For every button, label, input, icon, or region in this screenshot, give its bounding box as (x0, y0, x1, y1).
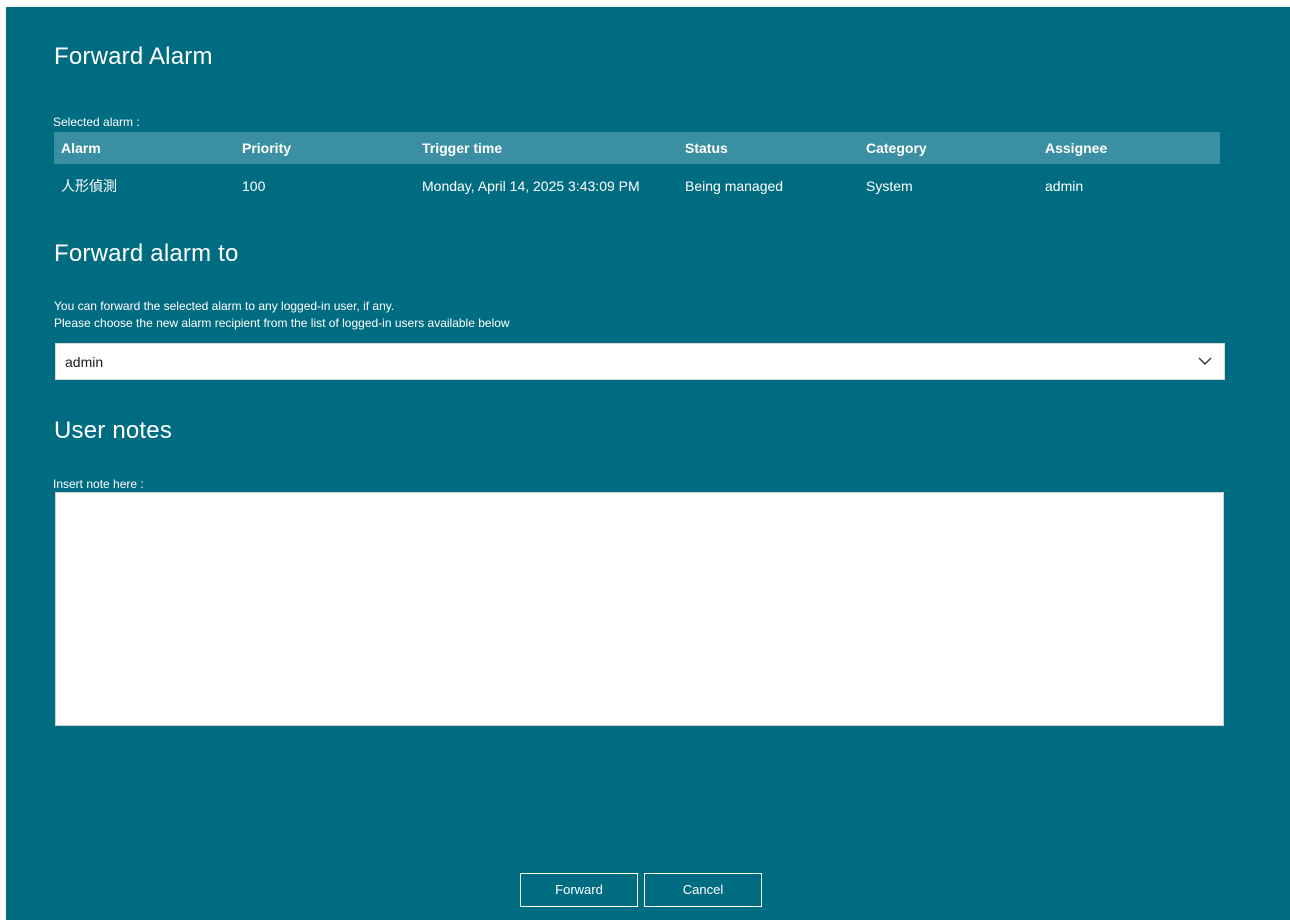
forward-alarm-dialog: Forward Alarm Selected alarm : Alarm Pri… (6, 7, 1290, 920)
forward-description: You can forward the selected alarm to an… (54, 298, 510, 332)
selected-alarm-label: Selected alarm : (53, 115, 140, 129)
column-header-priority: Priority (235, 132, 415, 164)
forward-alarm-to-heading: Forward alarm to (54, 240, 239, 267)
recipient-dropdown[interactable]: admin (55, 343, 1225, 380)
user-notes-heading: User notes (54, 417, 173, 444)
column-header-alarm: Alarm (54, 132, 235, 164)
alarm-name-cell: 人形偵測 (61, 178, 117, 194)
column-header-trigger-time: Trigger time (415, 132, 678, 164)
cancel-button[interactable]: Cancel (644, 873, 762, 907)
table-header-row: Alarm Priority Trigger time Status Categ… (54, 132, 1220, 164)
assignee-cell: admin (1045, 178, 1084, 194)
trigger-time-cell: Monday, April 14, 2025 3:43:09 PM (422, 178, 640, 194)
chevron-down-icon (1198, 357, 1212, 365)
status-cell: Being managed (685, 178, 784, 194)
forward-description-line-2: Please choose the new alarm recipient fr… (54, 316, 510, 330)
category-cell: System (866, 178, 913, 194)
selected-alarm-table: Alarm Priority Trigger time Status Categ… (54, 132, 1220, 208)
priority-cell: 100 (242, 178, 266, 194)
user-notes-textarea[interactable] (55, 492, 1224, 726)
forward-button[interactable]: Forward (520, 873, 638, 907)
column-header-assignee: Assignee (1038, 132, 1220, 164)
table-row: 人形偵測 100 Monday, April 14, 2025 3:43:09 … (54, 164, 1220, 208)
insert-note-label: Insert note here : (53, 477, 144, 491)
column-header-category: Category (859, 132, 1038, 164)
recipient-dropdown-value: admin (65, 354, 104, 370)
forward-description-line-1: You can forward the selected alarm to an… (54, 299, 395, 313)
column-header-status: Status (678, 132, 859, 164)
dialog-title: Forward Alarm (54, 43, 213, 70)
